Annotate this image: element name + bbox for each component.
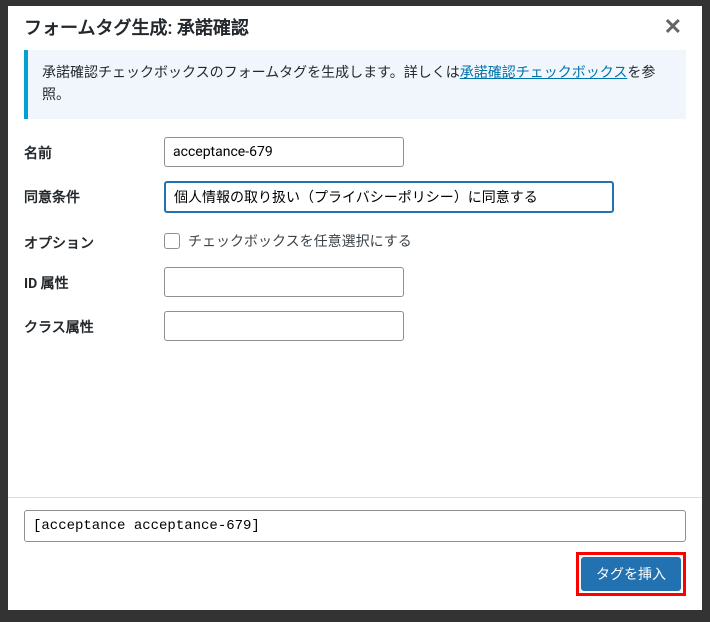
label-options: オプション [24, 227, 164, 253]
label-class-attr: クラス属性 [24, 311, 164, 337]
condition-input[interactable] [164, 181, 614, 213]
class-attr-input[interactable] [164, 311, 404, 341]
form-tag-generator-modal: フォームタグ生成: 承諾確認 ✕ 承諾確認チェックボックスのフォームタグを生成し… [8, 6, 702, 610]
label-name: 名前 [24, 137, 164, 163]
name-input[interactable] [164, 137, 404, 167]
insert-tag-button[interactable]: タグを挿入 [581, 557, 681, 591]
highlight-annotation: タグを挿入 [576, 552, 686, 596]
modal-title: フォームタグ生成: 承諾確認 [24, 14, 249, 40]
info-text-prefix: 承諾確認チェックボックスのフォームタグを生成します。詳しくは [42, 65, 460, 81]
label-condition: 同意条件 [24, 181, 164, 207]
close-button[interactable]: ✕ [660, 16, 686, 38]
form-table: 名前 同意条件 オプション チェックボックスを任意選択にする [24, 137, 686, 341]
modal-footer: タグを挿入 [8, 497, 702, 610]
modal-body: 承諾確認チェックボックスのフォームタグを生成します。詳しくは承諾確認チェックボッ… [8, 50, 702, 497]
row-id-attr: ID 属性 [24, 267, 686, 297]
footer-actions: タグを挿入 [24, 552, 686, 596]
row-condition: 同意条件 [24, 181, 686, 213]
row-options: オプション チェックボックスを任意選択にする [24, 227, 686, 253]
row-class-attr: クラス属性 [24, 311, 686, 341]
info-box: 承諾確認チェックボックスのフォームタグを生成します。詳しくは承諾確認チェックボッ… [24, 50, 686, 119]
modal-header: フォームタグ生成: 承諾確認 ✕ [8, 6, 702, 50]
id-attr-input[interactable] [164, 267, 404, 297]
row-name: 名前 [24, 137, 686, 167]
optional-checkbox[interactable] [164, 233, 180, 249]
close-icon: ✕ [664, 14, 682, 39]
tag-output[interactable] [24, 510, 686, 542]
label-id-attr: ID 属性 [24, 267, 164, 293]
optional-checkbox-label: チェックボックスを任意選択にする [188, 231, 412, 251]
info-link[interactable]: 承諾確認チェックボックス [460, 65, 628, 81]
